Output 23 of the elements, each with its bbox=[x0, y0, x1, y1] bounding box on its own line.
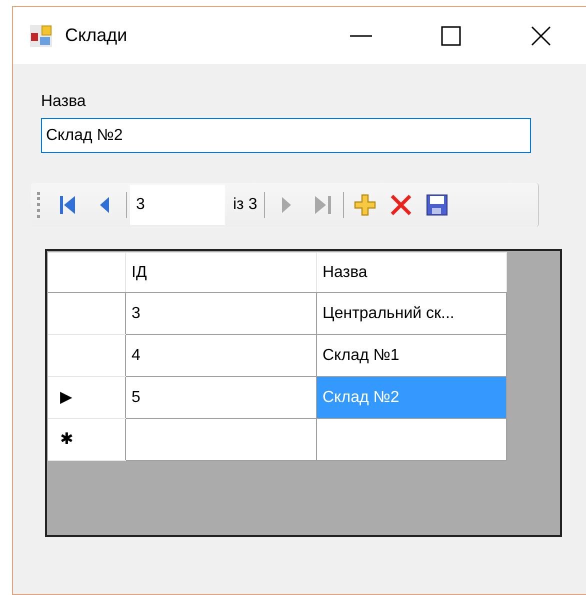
column-header[interactable]: ІД bbox=[125, 252, 316, 292]
close-icon bbox=[530, 24, 552, 46]
minimize-icon bbox=[349, 34, 373, 36]
app-icon bbox=[29, 24, 53, 48]
position-field[interactable]: 3 bbox=[130, 185, 225, 225]
grip-handle[interactable] bbox=[37, 192, 41, 218]
save-icon bbox=[425, 193, 450, 217]
field-label: Назва bbox=[41, 92, 86, 112]
plus-icon bbox=[353, 193, 378, 217]
window-title: Склади bbox=[65, 24, 128, 47]
new-row-cell[interactable] bbox=[316, 418, 506, 460]
name-field[interactable]: Склад №2 bbox=[41, 118, 531, 153]
new-row-marker: ✱ bbox=[60, 430, 73, 448]
column-header[interactable]: Назва bbox=[316, 252, 506, 292]
table-cell[interactable]: 4 bbox=[125, 334, 316, 376]
new-row-cell[interactable] bbox=[125, 418, 316, 460]
current-row-marker: ▶ bbox=[60, 388, 72, 406]
table-cell[interactable]: 5 bbox=[125, 376, 316, 418]
maximize-icon bbox=[440, 24, 462, 46]
delete-icon bbox=[389, 193, 414, 217]
table-cell[interactable]: 3 bbox=[125, 292, 316, 334]
record-count: із 3 bbox=[233, 195, 258, 215]
table-cell[interactable]: Центральний ск... bbox=[316, 292, 506, 334]
